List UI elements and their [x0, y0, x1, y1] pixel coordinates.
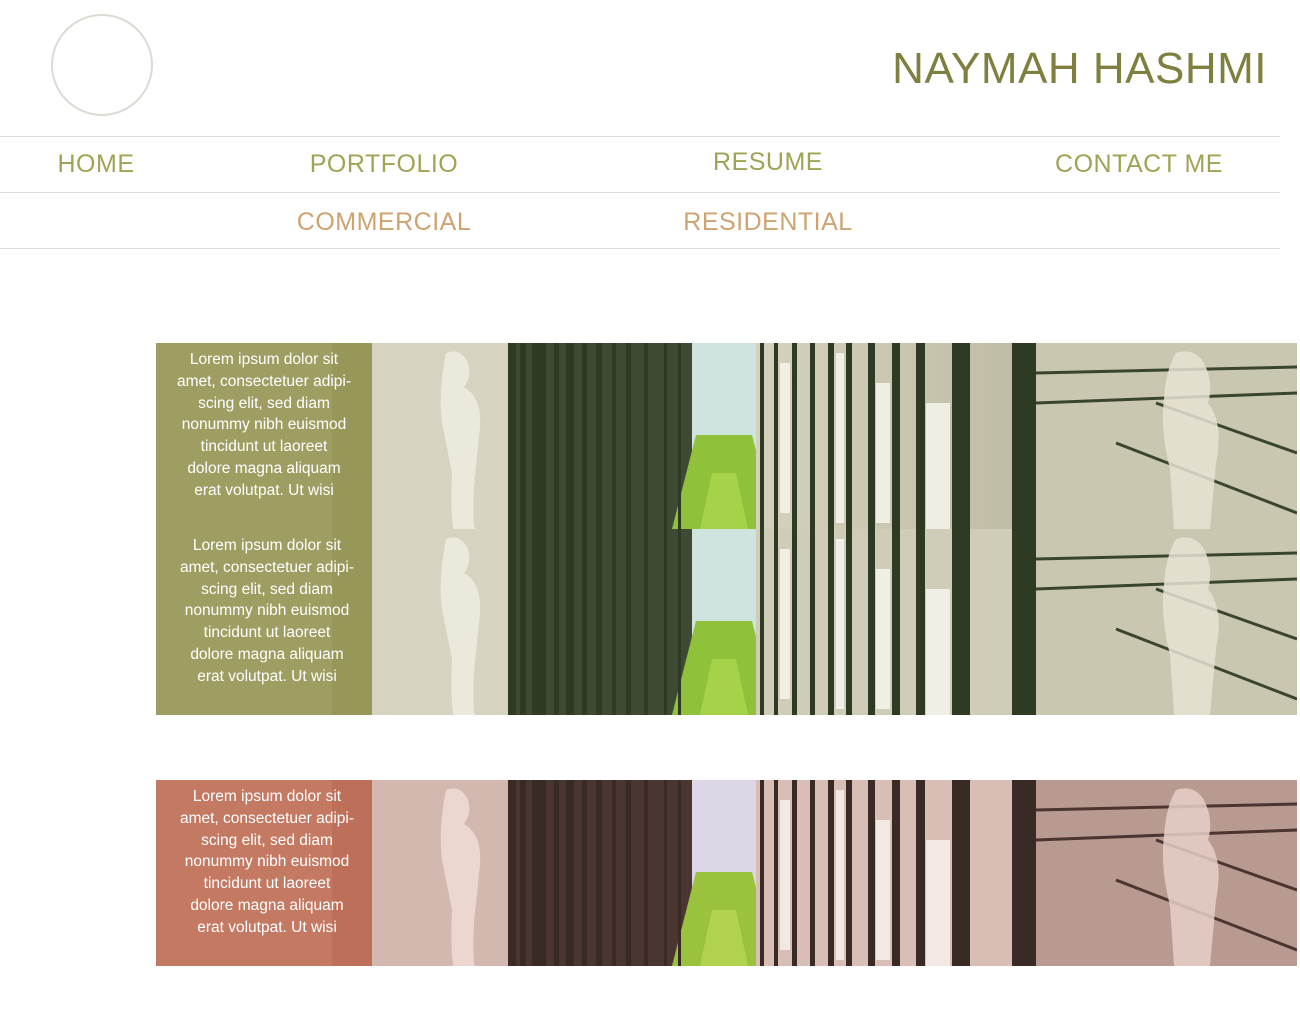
nav-home[interactable]: HOME	[58, 150, 135, 179]
nav-sub-residential[interactable]: RESIDENTIAL	[683, 208, 852, 237]
nav-portfolio[interactable]: PORTFOLIO	[310, 150, 459, 179]
nav-divider-middle	[0, 192, 1280, 193]
project-caption: Lorem ipsum dolor sit amet, consectetuer…	[176, 351, 352, 499]
project-strip-1[interactable]: Lorem ipsum dolor sit amet, consectetuer…	[156, 343, 1297, 529]
project-strip-2[interactable]: Lorem ipsum dolor sit amet, consectetuer…	[156, 529, 1297, 715]
nav-resume[interactable]: RESUME	[713, 148, 823, 177]
site-title: NAYMAH HASHMI	[892, 44, 1267, 93]
project-caption: Lorem ipsum dolor sit amet, consectetuer…	[179, 537, 355, 685]
nav-sub-commercial[interactable]: COMMERCIAL	[297, 208, 471, 237]
project-strip-3[interactable]: Lorem ipsum dolor sit amet, consectetuer…	[156, 780, 1297, 966]
nav-divider-top	[0, 136, 1280, 137]
nav-divider-bottom	[0, 248, 1280, 249]
nav-contact[interactable]: CONTACT ME	[1055, 150, 1223, 179]
logo-circle[interactable]	[51, 14, 153, 116]
project-caption: Lorem ipsum dolor sit amet, consectetuer…	[179, 788, 355, 936]
